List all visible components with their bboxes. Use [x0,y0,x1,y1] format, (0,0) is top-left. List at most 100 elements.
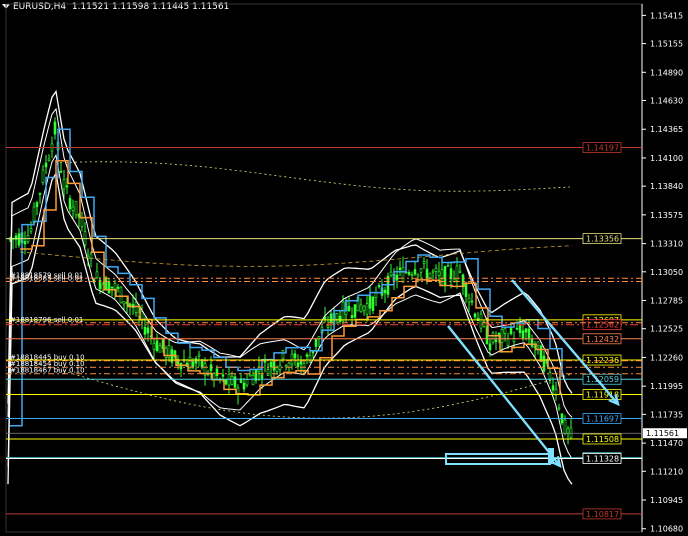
axis-tick-label: 1.14365 [650,125,683,134]
candle-body [401,266,405,283]
axis-tick-label: 1.13050 [650,268,683,277]
level-tag-text: 1.11508 [586,435,619,444]
candle-body [290,353,294,365]
candle-body [266,369,270,376]
candle-body [341,301,345,322]
candle-body [251,375,255,386]
candle-body [158,345,162,353]
candle-body [35,202,39,208]
candle-body [38,193,42,195]
candle-body [305,354,309,357]
axis-tick-label: 1.12260 [650,353,683,362]
axis-tick-label: 1.14890 [650,68,683,77]
candle-body [551,385,555,391]
candle-body [59,170,63,173]
candle-body [221,374,225,377]
candle-body [521,330,525,339]
candle-body [368,295,372,309]
candle-body [260,374,264,379]
level-tag-text: 1.12562 [586,321,619,330]
candle-body [104,277,108,291]
candle-body [248,374,252,377]
candle-body [506,338,510,346]
candle-body [245,379,249,386]
candle-body [62,179,66,190]
candle-body [416,273,420,277]
axis-tick-label: 1.14630 [650,96,683,105]
candle-body [53,121,57,135]
candle-body [434,267,438,272]
candle-body [464,283,468,297]
candle-body [224,379,228,385]
candle-body [152,342,156,350]
candle-body [335,313,339,320]
upper-envelope-dotted [59,161,571,192]
candle-body [446,265,450,267]
candle-body [74,201,78,216]
candle-body [17,233,21,246]
axis-tick-label: 1.12785 [650,297,683,306]
candle-body [95,271,99,278]
candle-body [143,326,147,335]
candle-body [479,313,483,329]
candle-body [110,286,114,289]
candle-body [155,340,159,351]
candle-body [338,315,342,323]
axis-tick-label: 1.15415 [650,11,683,20]
candle-body [431,270,435,273]
candle-body [80,217,84,227]
candle-body [542,355,546,372]
axis-tick-label: 1.10945 [650,496,683,505]
price-chart[interactable]: 1.15415 1.15155 1.14890 1.14630 1.14365 1.141… [0,0,688,536]
candle-body [452,278,456,282]
candle-body [410,274,414,276]
candle-body [317,336,321,339]
candle-body [398,267,402,270]
candle-body [281,350,285,360]
candle-body [215,368,219,376]
candle-body [488,343,492,351]
axis-tick-label: 1.13575 [650,211,683,220]
candle-body [287,362,291,368]
candle-body [71,206,75,211]
candle-body [509,327,513,335]
candle-body [530,338,534,347]
axis-tick-label: 1.15155 [650,40,683,49]
axis-tick-label: 1.14100 [650,154,683,163]
candle-body [515,327,519,330]
candle-body [278,365,282,370]
candle-body [116,286,120,289]
axis-tick-label: 1.13840 [650,182,683,191]
chart-window[interactable]: EURUSD,H4 1.11521 1.11598 1.11445 1.1156… [0,0,688,536]
axis-tick-label: 1.11210 [650,467,683,476]
candle-body [89,253,93,259]
current-price-text: 1.11561 [646,429,679,438]
candle-body [32,206,36,224]
candle-body [233,376,237,388]
order-label: #18818796 sell 0.01 [10,316,83,324]
candle-body [194,358,198,364]
candle-body [269,361,273,368]
candle-body [68,198,72,210]
axis-tick-label: 1.13310 [650,240,683,249]
candle-body [371,296,375,311]
candle-body [497,332,501,336]
candle-body [425,268,429,279]
candle-body [440,269,444,279]
candle-body [467,297,471,303]
target-zone-rect[interactable] [445,453,551,465]
level-tag-text: 1.12059 [586,375,619,384]
candle-body [413,269,417,275]
axis-tick-label: 1.10680 [650,525,683,534]
candle-body [419,268,423,273]
candle-body [470,300,474,303]
target-zone-marker [548,448,554,464]
candle-body [347,305,351,312]
candle-body [503,328,507,334]
stepped-ma-blue [10,128,563,427]
level-tag-text: 1.13356 [586,235,619,244]
candle-body [428,272,432,279]
candle-body [473,313,477,318]
candle-body [122,301,126,305]
candle-body [44,162,48,168]
